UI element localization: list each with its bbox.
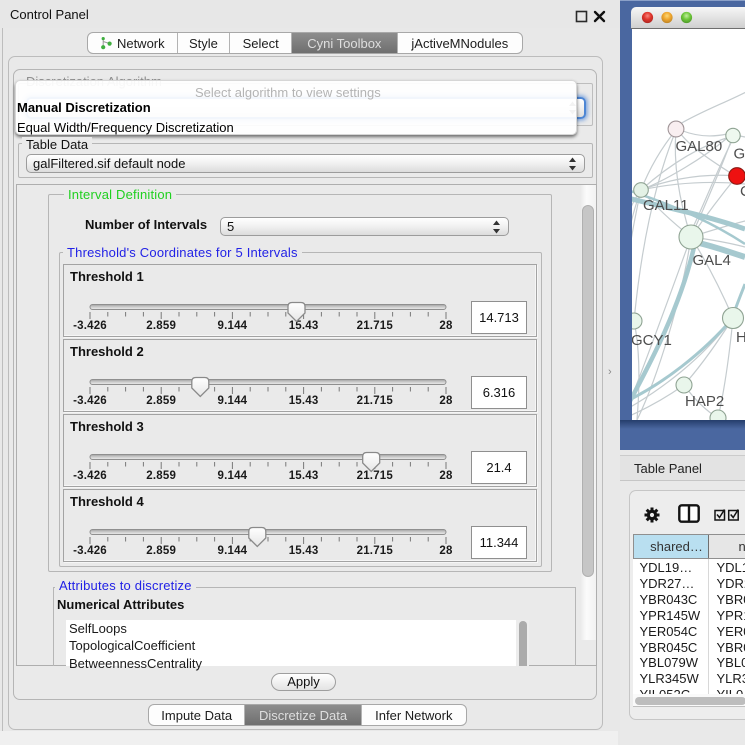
svg-text:GCY1: GCY1 [632, 332, 672, 349]
svg-text:C: C [740, 183, 745, 200]
svg-text:HAP2: HAP2 [685, 393, 724, 410]
svg-text:H: H [736, 329, 745, 346]
svg-text:GAL4: GAL4 [693, 252, 731, 269]
svg-text:GA: GA [734, 146, 745, 163]
svg-text:GAL80: GAL80 [676, 138, 723, 155]
svg-text:GAL11: GAL11 [643, 197, 689, 214]
